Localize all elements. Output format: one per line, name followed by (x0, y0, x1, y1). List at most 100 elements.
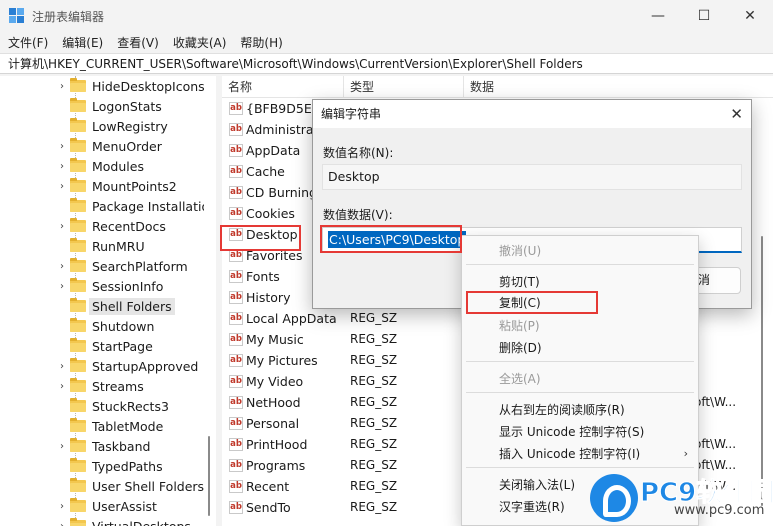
context-menu-item[interactable]: 插入 Unicode 控制字符(I) (499, 444, 640, 464)
minimize-button[interactable]: — (635, 0, 681, 32)
chevron-right-icon[interactable]: › (57, 501, 67, 512)
tree-item[interactable]: › MenuOrder (0, 136, 200, 156)
menu-help[interactable]: 帮助(H) (240, 34, 282, 51)
folder-icon (70, 358, 86, 372)
tree-item[interactable]: › UserAssist (0, 496, 200, 516)
menu-file[interactable]: 文件(F) (8, 34, 48, 51)
column-header: 名称 类型 数据 (222, 76, 773, 98)
tree-item[interactable]: User Shell Folders (0, 476, 204, 496)
folder-icon (70, 238, 86, 252)
value-name: NetHood (246, 395, 301, 410)
watermark-logo-icon (590, 474, 638, 522)
chevron-right-icon[interactable]: › (57, 161, 67, 172)
tree-item[interactable]: › HideDesktopIcons (0, 76, 205, 96)
tree-scrollbar[interactable] (204, 76, 214, 526)
context-menu-item[interactable]: 关闭输入法(L) (499, 475, 575, 495)
value-type: REG_SZ (350, 458, 398, 472)
menu-bar: 文件(F) 编辑(E) 查看(V) 收藏夹(A) 帮助(H) (0, 32, 773, 52)
column-name[interactable]: 名称 (222, 76, 344, 98)
menu-view[interactable]: 查看(V) (117, 34, 159, 51)
chevron-right-icon[interactable]: › (57, 441, 67, 452)
watermark: PC9软件园 www.pc9.com (586, 470, 773, 526)
chevron-right-icon[interactable]: › (57, 181, 67, 192)
chevron-right-icon[interactable]: › (57, 141, 67, 152)
value-type: REG_SZ (350, 353, 398, 367)
chevron-right-icon[interactable]: › (57, 361, 67, 372)
dialog-close-icon[interactable]: ✕ (730, 100, 743, 128)
tree-item[interactable]: › Streams (0, 376, 200, 396)
column-data[interactable]: 数据 (464, 76, 773, 98)
chevron-right-icon[interactable]: › (57, 381, 67, 392)
tree-item[interactable]: TypedPaths (0, 456, 200, 476)
folder-icon (70, 458, 86, 472)
string-value-icon: ab (229, 291, 243, 304)
tree-item[interactable]: › SearchPlatform (0, 256, 200, 276)
context-menu-item[interactable]: 从右到左的阅读顺序(R) (499, 400, 625, 420)
tree-item[interactable]: LogonStats (0, 96, 200, 116)
tree-item[interactable]: TabletMode (0, 416, 200, 436)
chevron-right-icon[interactable]: › (57, 281, 67, 292)
folder-icon (70, 98, 86, 112)
context-menu-item: 粘贴(P) (499, 319, 540, 333)
value-name: CD Burning (246, 185, 317, 200)
registry-tree[interactable]: › HideDesktopIcons LogonStats LowRegistry › M… (0, 76, 216, 526)
context-menu-item[interactable]: 汉字重选(R) (499, 497, 565, 517)
close-button[interactable]: ✕ (727, 0, 773, 32)
folder-icon (70, 518, 86, 526)
chevron-right-icon[interactable]: › (57, 221, 67, 232)
folder-icon (70, 338, 86, 352)
value-name: Recent (246, 479, 290, 494)
tree-item[interactable]: › Taskband (0, 436, 200, 456)
chevron-right-icon[interactable]: › (57, 81, 67, 92)
tree-item[interactable]: › SessionInfo (0, 276, 200, 296)
tree-scroll-thumb[interactable] (208, 436, 210, 516)
value-name: AppData (246, 143, 301, 158)
value-name: My Video (246, 374, 304, 389)
maximize-button[interactable]: ☐ (681, 0, 727, 32)
tree-item[interactable]: › StartupApproved (0, 356, 200, 376)
tree-item[interactable]: StuckRects3 (0, 396, 200, 416)
context-menu-item[interactable]: 显示 Unicode 控制字符(S) (499, 422, 644, 442)
tree-item-label: MountPoints2 (92, 178, 177, 194)
context-menu-item: 撤消(U) (499, 244, 542, 258)
value-name: History (246, 290, 291, 305)
value-name: Local AppData (246, 311, 337, 326)
menu-edit[interactable]: 编辑(E) (62, 34, 103, 51)
tree-item[interactable]: RunMRU (0, 236, 200, 256)
value-name: Administrat (246, 122, 319, 137)
folder-icon (70, 378, 86, 392)
tree-item[interactable]: Package Installatio (0, 196, 209, 216)
list-scroll-thumb[interactable] (761, 236, 763, 506)
tree-item[interactable]: StartPage (0, 336, 200, 356)
tree-item[interactable]: › VirtualDesktops (0, 516, 200, 526)
chevron-right-icon[interactable]: › (57, 521, 67, 526)
folder-icon (70, 398, 86, 412)
tree-item[interactable]: › Modules (0, 156, 200, 176)
tree-item[interactable]: LowRegistry (0, 116, 200, 136)
menu-favorites[interactable]: 收藏夹(A) (173, 34, 227, 51)
watermark-url: www.pc9.com (674, 503, 765, 518)
tree-item[interactable]: › MountPoints2 (0, 176, 200, 196)
chevron-right-icon[interactable]: › (57, 261, 67, 272)
string-value-icon: ab (229, 144, 243, 157)
folder-icon (70, 418, 86, 432)
address-bar[interactable]: 计算机\HKEY_CURRENT_USER\Software\Microsoft… (0, 53, 773, 74)
context-menu-item[interactable]: 删除(D) (499, 338, 542, 358)
tree-item-label: VirtualDesktops (92, 518, 191, 526)
string-value-icon: ab (229, 375, 243, 388)
value-name: My Music (246, 332, 304, 347)
tree-item-label: MenuOrder (92, 138, 162, 154)
string-value-icon: ab (229, 396, 243, 409)
tree-item[interactable]: Shutdown (0, 316, 200, 336)
folder-icon (70, 298, 86, 312)
value-data: oft\W... (694, 437, 737, 451)
tree-item-label: RecentDocs (92, 218, 166, 234)
tree-item[interactable]: Shell Folders (0, 296, 200, 316)
folder-icon (70, 438, 86, 452)
tree-item[interactable]: › RecentDocs (0, 216, 200, 236)
value-type: REG_SZ (350, 374, 398, 388)
column-type[interactable]: 类型 (344, 76, 464, 98)
string-value-icon: ab (229, 501, 243, 514)
context-menu-item[interactable]: 剪切(T) (499, 272, 540, 292)
context-menu-item[interactable]: 复制(C) (499, 293, 541, 313)
